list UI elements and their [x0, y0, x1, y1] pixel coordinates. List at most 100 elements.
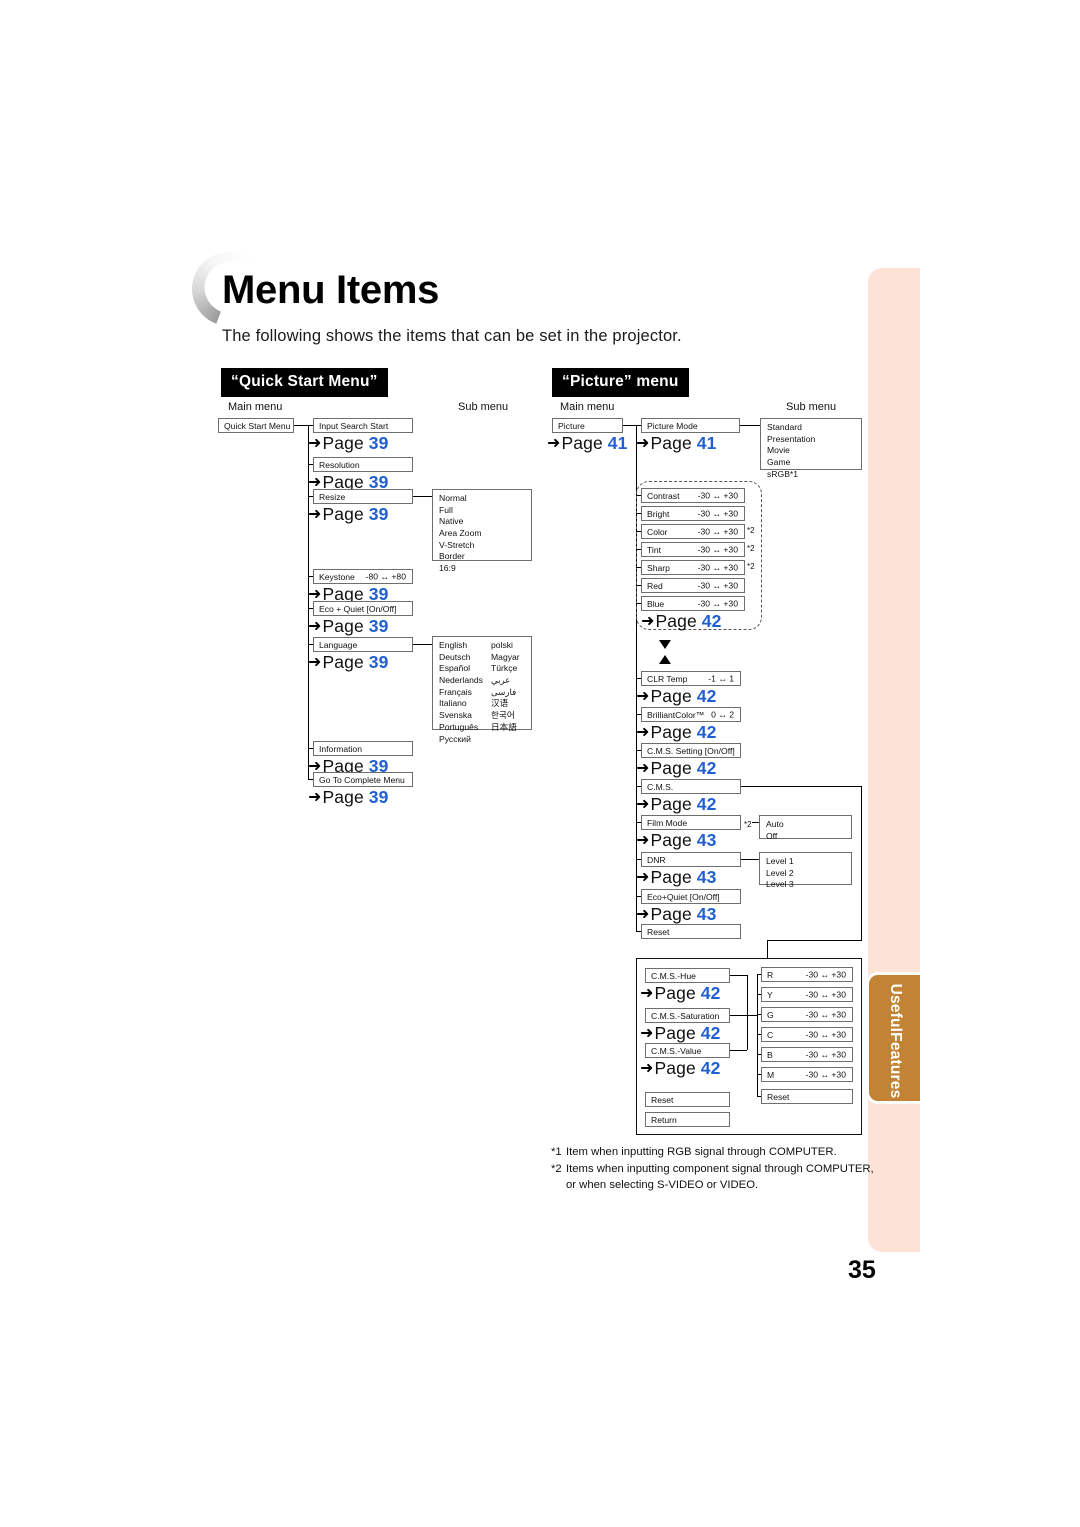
pic-item-clr-temp[interactable]: CLR Temp -1 ↔ 1	[641, 671, 741, 686]
pic-mode-connector	[740, 425, 760, 426]
pic-item-dnr[interactable]: DNR	[641, 852, 741, 867]
intro-text: The following shows the items that can b…	[222, 327, 682, 345]
qs-pageref-0[interactable]: ➜ Page 39	[308, 433, 388, 454]
pic-submenu-picture-mode-options[interactable]: Standard Presentation Movie Game sRGB*1	[760, 418, 862, 479]
pic-item-red[interactable]: Red -30 ↔ +30	[641, 578, 745, 593]
pic-cms-channel-c[interactable]: C -30 ↔ +30	[761, 1027, 853, 1042]
pic-pageref-cms-hue[interactable]: ➜ Page 42	[640, 983, 720, 1004]
arrow-icon: ➜	[640, 985, 654, 1002]
footnotes: *1 Item when inputting RGB signal throug…	[551, 1144, 876, 1194]
arrow-icon: ➜	[308, 789, 322, 806]
arrow-icon: ➜	[636, 906, 650, 923]
qs-item-eco-quiet[interactable]: Eco + Quiet [On/Off]	[313, 601, 413, 616]
qs-item-go-to-complete-menu[interactable]: Go To Complete Menu	[313, 772, 413, 787]
pic-color-footnote-marker: *2	[747, 526, 755, 535]
pic-cms-channel-b[interactable]: B -30 ↔ +30	[761, 1047, 853, 1062]
qs-item-resolution[interactable]: Resolution	[313, 457, 413, 472]
qs-submenu-resize-options[interactable]: Normal Full Native Area Zoom V-Stretch B…	[432, 489, 532, 573]
cms-bracket-2	[730, 1015, 747, 1016]
cms-bracket-out	[747, 1015, 757, 1016]
qs-pageref-2[interactable]: ➜ Page 39	[308, 504, 388, 525]
pic-pageref-cms-value[interactable]: ➜ Page 42	[640, 1058, 720, 1079]
qs-item-keystone[interactable]: Keystone -80 ↔ +80	[313, 569, 413, 584]
pic-pageref-cms-saturation[interactable]: ➜ Page 42	[640, 1023, 720, 1044]
pic-cms-connector-h	[741, 786, 862, 787]
arrow-icon: ➜	[636, 760, 650, 777]
qs-pageref-5[interactable]: ➜ Page 39	[308, 652, 388, 673]
arrow-icon: ➜	[641, 613, 655, 630]
pic-dnr-connector	[741, 859, 759, 860]
qs-item-language[interactable]: Language	[313, 637, 413, 652]
arrow-icon: ➜	[636, 796, 650, 813]
pic-item-cms[interactable]: C.M.S.	[641, 779, 741, 794]
page-title: Menu Items	[222, 268, 440, 312]
pic-item-reset[interactable]: Reset	[641, 924, 741, 939]
pic-cms-connector-v2	[767, 940, 768, 958]
qs-main-box[interactable]: Quick Start Menu	[218, 418, 294, 433]
pic-item-color[interactable]: Color -30 ↔ +30	[641, 524, 745, 539]
cms-bracket-v	[747, 975, 748, 1050]
pic-submenu-film-mode-options[interactable]: Auto Off	[759, 815, 852, 841]
pic-item-brilliantcolor[interactable]: BrilliantColor™ 0 ↔ 2	[641, 707, 741, 722]
pic-film-mode-footnote-marker: *2	[744, 820, 752, 829]
pic-pageref-clr-temp[interactable]: ➜ Page 42	[636, 686, 716, 707]
pic-sharp-footnote-marker: *2	[747, 562, 755, 571]
arrow-icon: ➜	[640, 1060, 654, 1077]
section-tab-line2: Features	[887, 1032, 905, 1099]
cms-channel-spine	[757, 974, 758, 1096]
pic-cms-reset[interactable]: Reset	[645, 1092, 730, 1107]
pic-main-menu-label: Main menu	[560, 401, 615, 413]
qs-language-connector	[413, 644, 432, 645]
continuation-hourglass-icon	[659, 640, 671, 664]
qs-resize-connector	[413, 496, 432, 497]
cms-bracket-3	[730, 1050, 747, 1051]
arrow-icon: ➜	[636, 832, 650, 849]
pic-pageref-brilliantcolor[interactable]: ➜ Page 42	[636, 722, 716, 743]
footnote-1: *1 Item when inputting RGB signal throug…	[551, 1146, 837, 1158]
arrow-icon: ➜	[308, 618, 322, 635]
pic-pageref-cms[interactable]: ➜ Page 42	[636, 794, 716, 815]
pic-cms-channel-y[interactable]: Y -30 ↔ +30	[761, 987, 853, 1002]
pic-main-pageref[interactable]: ➜ Page 41	[547, 433, 627, 454]
pic-item-picture-mode[interactable]: Picture Mode	[641, 418, 740, 433]
arrow-icon: ➜	[308, 435, 322, 452]
pic-pageref-film-mode[interactable]: ➜ Page 43	[636, 830, 716, 851]
pic-item-cms-setting[interactable]: C.M.S. Setting [On/Off]	[641, 743, 741, 758]
pic-pageref-eco-quiet[interactable]: ➜ Page 43	[636, 904, 716, 925]
qs-item-resize[interactable]: Resize	[313, 489, 413, 504]
quick-sub-menu-label: Sub menu	[458, 401, 509, 413]
qs-submenu-language-options[interactable]: English polski Deutsch Magyar Español Türkç…	[432, 636, 532, 744]
pic-main-box[interactable]: Picture	[552, 418, 623, 433]
qs-pageref-4[interactable]: ➜ Page 39	[308, 616, 388, 637]
manual-page: Useful Features Menu Items The following…	[0, 0, 1080, 1527]
pic-cms-channel-r[interactable]: R -30 ↔ +30	[761, 967, 853, 982]
pic-item-eco-quiet[interactable]: Eco+Quiet [On/Off]	[641, 889, 741, 904]
pic-item-film-mode[interactable]: Film Mode	[641, 815, 741, 830]
qs-pageref-7[interactable]: ➜ Page 39	[308, 787, 388, 808]
arrow-icon: ➜	[308, 506, 322, 523]
pic-submenu-dnr-options[interactable]: Level 1 Level 2 Level 3	[759, 852, 852, 889]
pic-cms-channel-g[interactable]: G -30 ↔ +30	[761, 1007, 853, 1022]
pic-item-tint[interactable]: Tint -30 ↔ +30	[641, 542, 745, 557]
section-banner-picture: “Picture” menu	[552, 368, 689, 397]
pic-cms-channel-reset[interactable]: Reset	[761, 1089, 853, 1104]
pic-adjust-pageref[interactable]: ➜ Page 42	[641, 611, 721, 632]
pic-cms-channel-m[interactable]: M -30 ↔ +30	[761, 1067, 853, 1082]
pic-item-sharp[interactable]: Sharp -30 ↔ +30	[641, 560, 745, 575]
pic-item-blue[interactable]: Blue -30 ↔ +30	[641, 596, 745, 611]
pic-cms-hue[interactable]: C.M.S.-Hue	[645, 968, 730, 983]
pic-item-bright[interactable]: Bright -30 ↔ +30	[641, 506, 745, 521]
pic-film-mode-connector	[752, 822, 759, 823]
section-tab-useful-features: Useful Features	[866, 972, 920, 1104]
arrow-icon: ➜	[547, 435, 561, 452]
pic-pageref-dnr[interactable]: ➜ Page 43	[636, 867, 716, 888]
qs-item-input-search-start[interactable]: Input Search Start	[313, 418, 413, 433]
pic-item-contrast[interactable]: Contrast -30 ↔ +30	[641, 488, 745, 503]
arrow-icon: ➜	[636, 435, 650, 452]
qs-item-information[interactable]: Information	[313, 741, 413, 756]
pic-cms-value[interactable]: C.M.S.-Value	[645, 1043, 730, 1058]
pic-mode-pageref[interactable]: ➜ Page 41	[636, 433, 716, 454]
pic-pageref-cms-setting[interactable]: ➜ Page 42	[636, 758, 716, 779]
pic-cms-return[interactable]: Return	[645, 1112, 730, 1127]
pic-cms-saturation[interactable]: C.M.S.-Saturation	[645, 1008, 730, 1023]
